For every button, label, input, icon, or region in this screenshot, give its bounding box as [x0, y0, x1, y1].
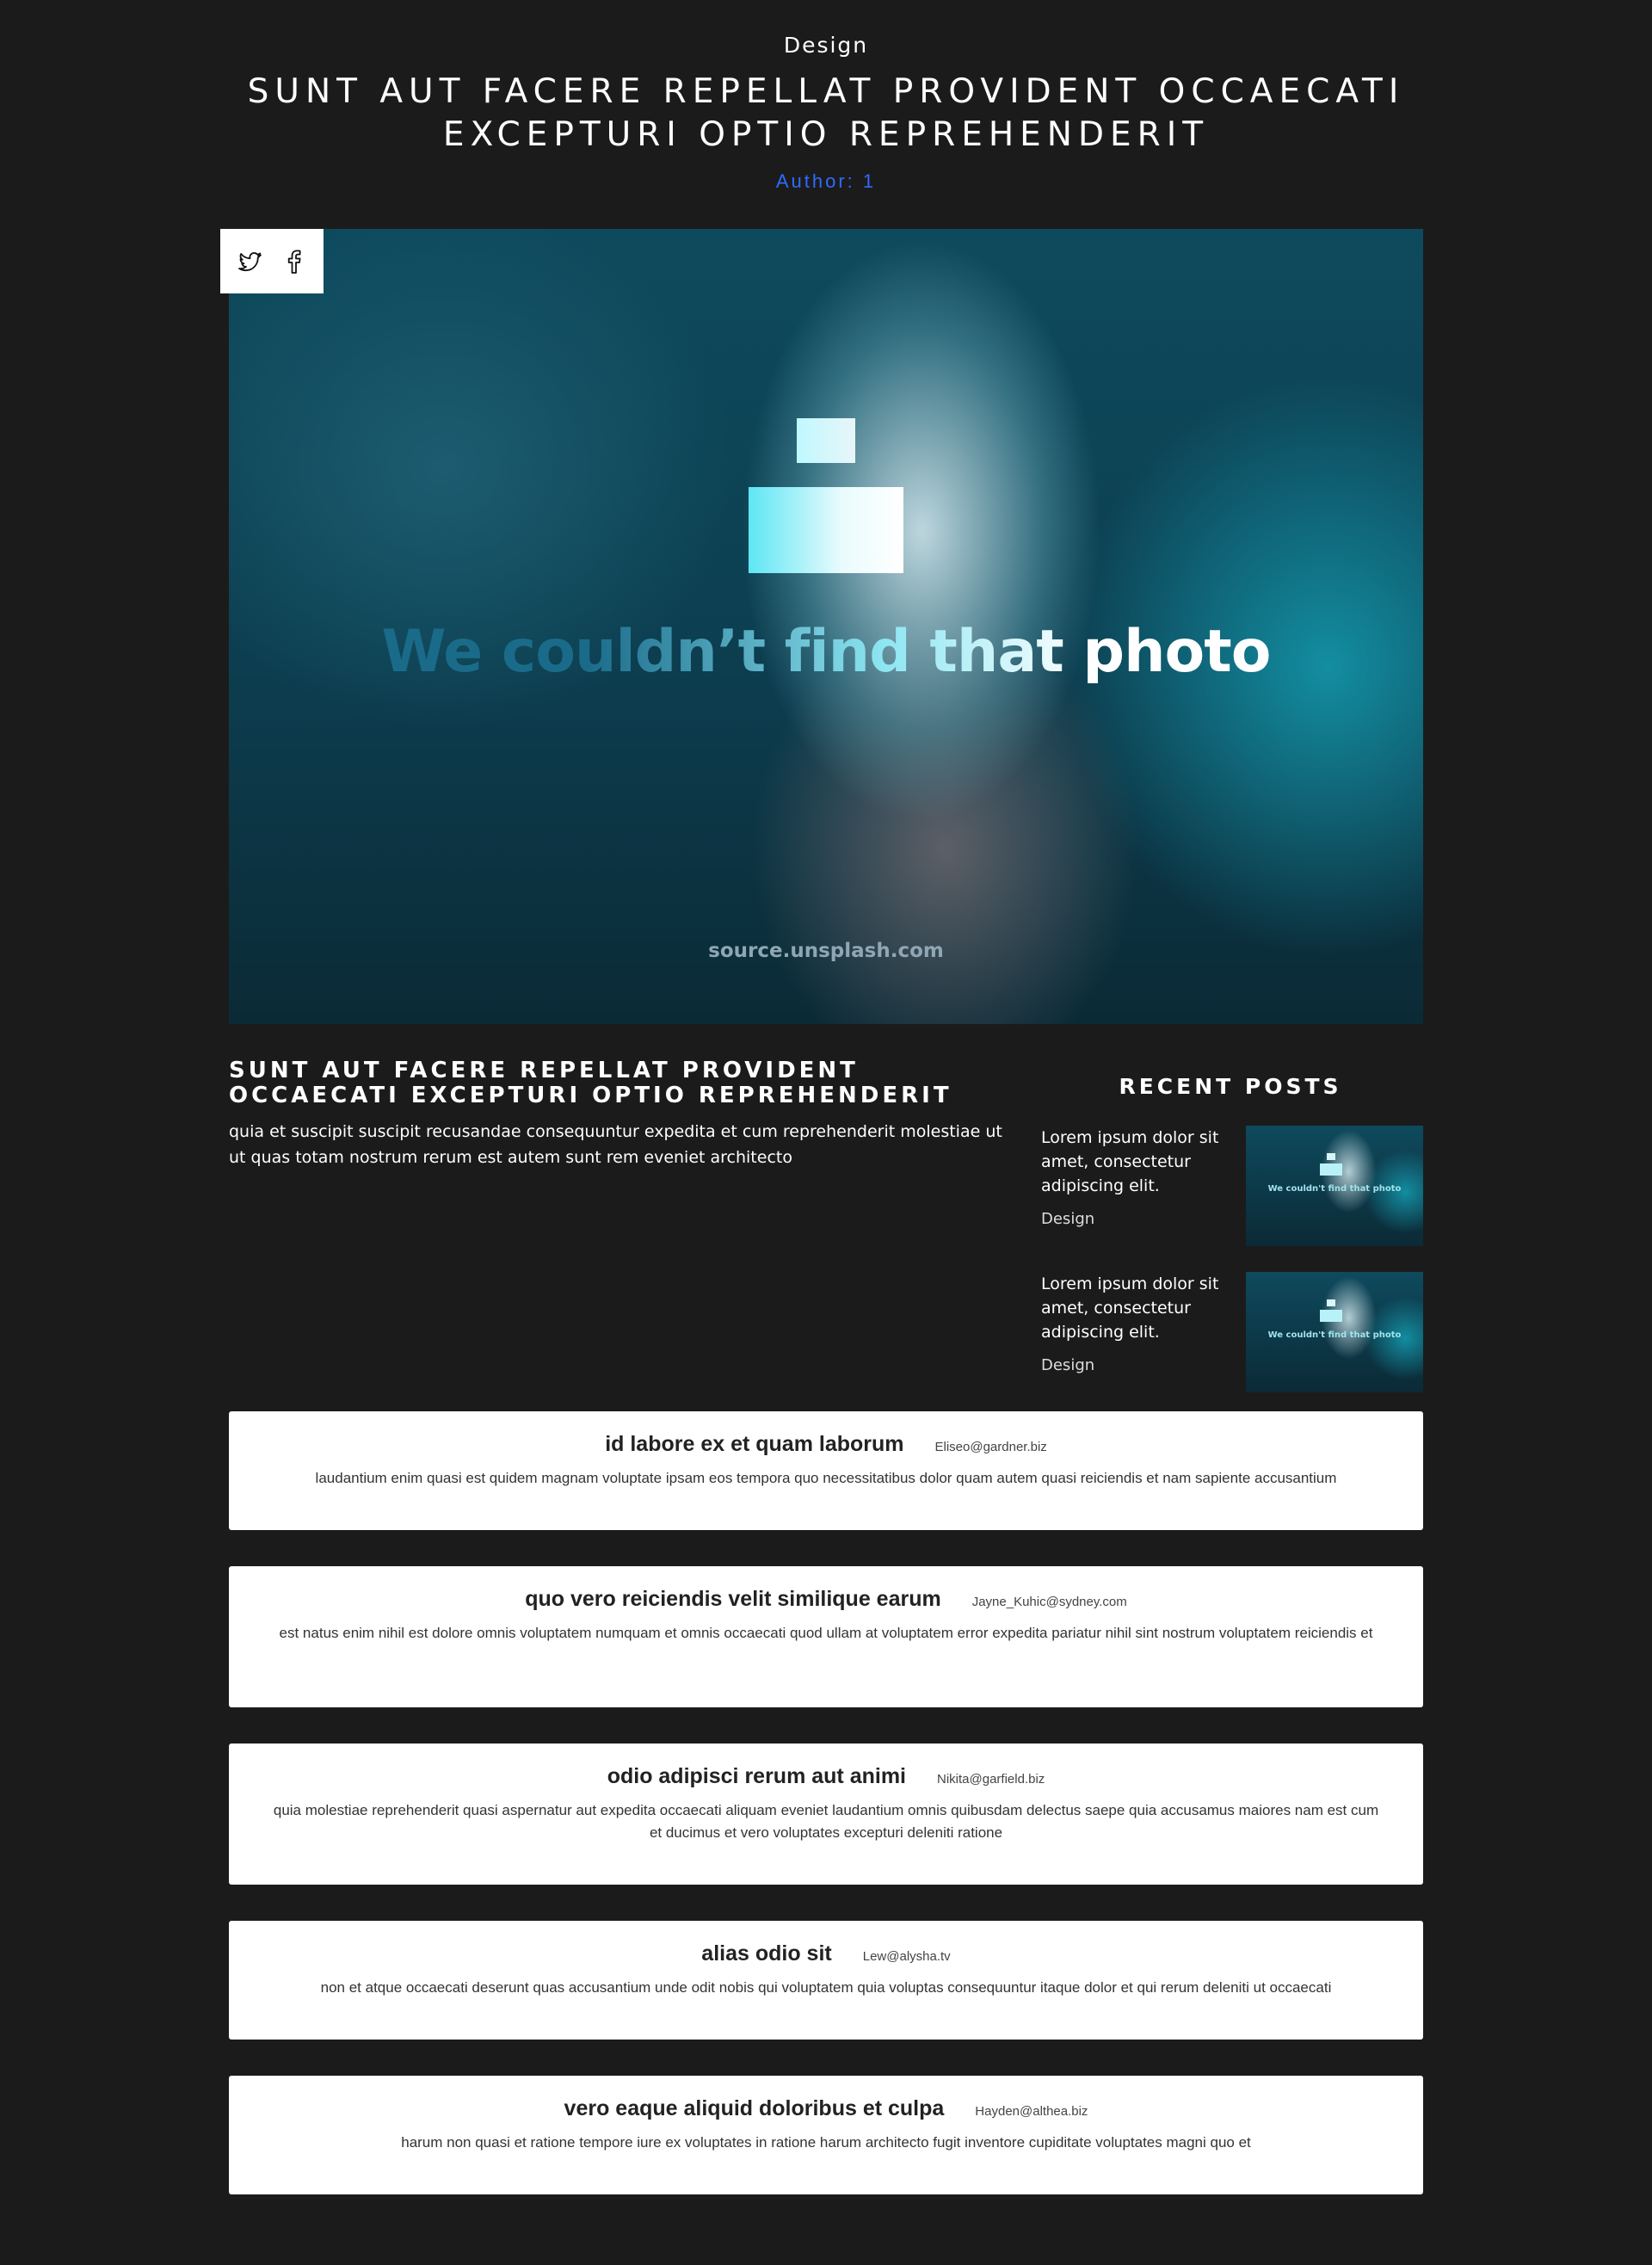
comment-card: quo vero reiciendis velit similique earu…	[229, 1566, 1423, 1707]
comment-email[interactable]: Nikita@garfield.biz	[937, 1772, 1045, 1787]
comment-email[interactable]: Jayne_Kuhic@sydney.com	[972, 1595, 1127, 1609]
comment-name: quo vero reiciendis velit similique earu…	[525, 1587, 941, 1611]
comment-body: harum non quasi et ratione tempore iure …	[401, 2134, 1251, 2151]
comment-body: non et atque occaecati deserunt quas acc…	[320, 1979, 1332, 1996]
post-body: quia et suscipit suscipit recusandae con…	[229, 1122, 1002, 1167]
recent-post-item[interactable]: Lorem ipsum dolor sit amet, consectetur …	[1041, 1272, 1423, 1392]
comment-email[interactable]: Eliseo@gardner.biz	[935, 1440, 1047, 1454]
recent-post-title[interactable]: Lorem ipsum dolor sit amet, consectetur …	[1041, 1272, 1239, 1344]
thumbnail-message: We couldn't find that photo	[1267, 1330, 1402, 1340]
recent-posts-heading: RECENT POSTS	[1119, 1074, 1342, 1099]
recent-post-title[interactable]: Lorem ipsum dolor sit amet, consectetur …	[1041, 1126, 1239, 1198]
facebook-icon[interactable]	[280, 248, 308, 275]
share-buttons	[220, 229, 324, 293]
comment-body: quia molestiae reprehenderit quasi asper…	[273, 1802, 1379, 1841]
comment-name: alias odio sit	[701, 1941, 832, 1966]
comment-card: odio adipisci rerum aut animi Nikita@gar…	[229, 1743, 1423, 1885]
post-title: SUNT AUT FACERE REPELLAT PROVIDENT OCCAE…	[229, 1058, 952, 1108]
page-title: SUNT AUT FACERE REPELLAT PROVIDENT OCCAE…	[247, 72, 1405, 154]
recent-post-item[interactable]: Lorem ipsum dolor sit amet, consectetur …	[1041, 1126, 1423, 1246]
recent-post-category[interactable]: Design	[1041, 1210, 1094, 1228]
comment-email[interactable]: Lew@alysha.tv	[863, 1949, 951, 1964]
hero-image: We couldn’t find that photo source.unspl…	[229, 229, 1423, 1024]
recent-post-thumbnail[interactable]: We couldn't find that photo	[1246, 1272, 1423, 1392]
thumbnail-message: We couldn't find that photo	[1267, 1184, 1402, 1194]
comment-card: alias odio sit Lew@alysha.tv non et atqu…	[229, 1921, 1423, 2040]
comment-email[interactable]: Hayden@althea.biz	[975, 2104, 1088, 2119]
hero-image-message: We couldn’t find that photo	[229, 618, 1423, 686]
hero-image-source: source.unsplash.com	[708, 940, 944, 962]
recent-post-category[interactable]: Design	[1041, 1356, 1094, 1374]
author-link[interactable]: Author: 1	[0, 170, 1652, 193]
comment-body: laudantium enim quasi est quidem magnam …	[315, 1470, 1337, 1486]
post-category[interactable]: Design	[0, 33, 1652, 58]
comment-name: vero eaque aliquid doloribus et culpa	[564, 2096, 945, 2120]
comment-card: id labore ex et quam laborum Eliseo@gard…	[229, 1411, 1423, 1530]
unsplash-logo-icon	[749, 418, 903, 573]
twitter-icon[interactable]	[236, 248, 263, 275]
comment-name: odio adipisci rerum aut animi	[607, 1764, 906, 1788]
comment-card: vero eaque aliquid doloribus et culpa Ha…	[229, 2076, 1423, 2194]
recent-post-thumbnail[interactable]: We couldn't find that photo	[1246, 1126, 1423, 1246]
comment-name: id labore ex et quam laborum	[605, 1432, 904, 1456]
comment-body: est natus enim nihil est dolore omnis vo…	[279, 1625, 1373, 1641]
